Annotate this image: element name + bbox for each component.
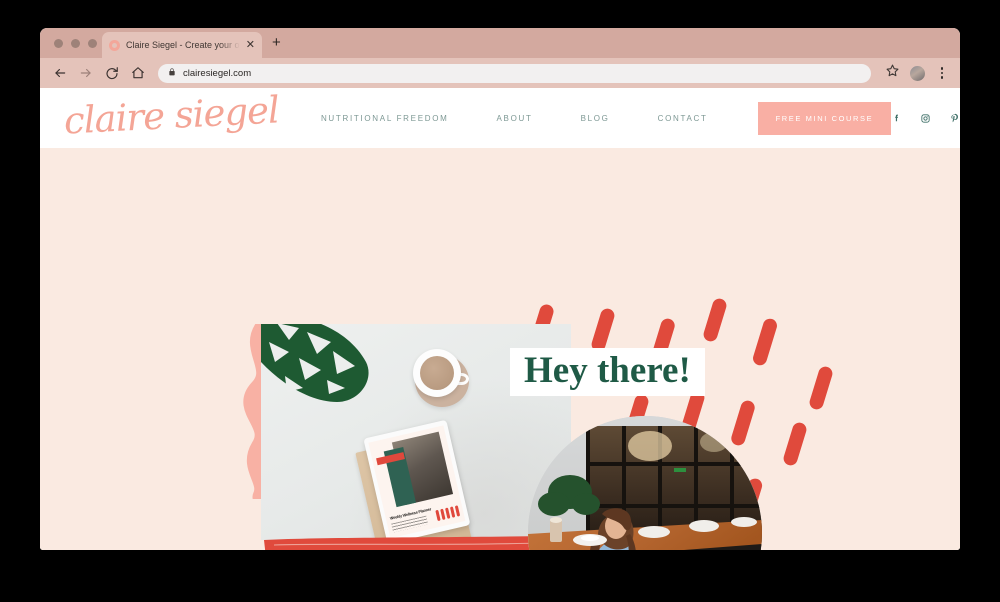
tab-favicon-icon [109, 39, 120, 51]
new-tab-button[interactable]: + [272, 35, 281, 50]
device-frame: Claire Siegel - Create your own h ✕ + [0, 0, 1000, 602]
tablet-cover-dashes [435, 505, 461, 522]
pinterest-icon[interactable] [949, 113, 960, 124]
site-logo[interactable]: claire siegel [63, 88, 280, 144]
coffee-liquid [420, 356, 454, 390]
lock-icon [168, 64, 176, 82]
address-bar-url: clairesiegel.com [183, 67, 252, 79]
browser-window: Claire Siegel - Create your own h ✕ + [40, 28, 960, 550]
bookmark-star-icon[interactable] [886, 64, 899, 82]
browser-tab-strip: Claire Siegel - Create your own h ✕ + [40, 28, 960, 58]
browser-tab[interactable]: Claire Siegel - Create your own h ✕ [102, 32, 262, 58]
browser-toolbar: clairesiegel.com [40, 58, 960, 88]
nav-item-about[interactable]: ABOUT [497, 114, 533, 123]
reload-arrow-icon[interactable] [104, 66, 119, 81]
close-window-button[interactable] [54, 39, 63, 48]
main-navigation: NUTRITIONAL FREEDOM ABOUT BLOG CONTACT [321, 114, 708, 123]
social-links [891, 112, 960, 124]
hero-headline-band: Hey there! [510, 348, 705, 396]
facebook-icon[interactable] [891, 113, 902, 124]
red-brushstroke-decoration [264, 536, 553, 550]
back-arrow-icon[interactable] [52, 66, 67, 81]
site-header: claire siegel NUTRITIONAL FREEDOM ABOUT … [40, 88, 960, 148]
free-mini-course-button[interactable]: FREE MINI COURSE [757, 101, 892, 135]
instagram-icon[interactable] [920, 113, 931, 124]
hero-portrait-photo [528, 416, 762, 550]
profile-avatar[interactable] [910, 65, 925, 81]
hero-section: Weekly Wellness Planner Hey there! [40, 148, 960, 550]
home-icon[interactable] [130, 66, 145, 81]
hero-headline: Hey there! [524, 350, 691, 391]
page-viewport: claire siegel NUTRITIONAL FREEDOM ABOUT … [40, 88, 960, 550]
maximize-window-button[interactable] [88, 39, 97, 48]
browser-menu-icon[interactable] [936, 67, 948, 79]
monstera-leaf-graphic [261, 324, 369, 402]
nav-item-contact[interactable]: CONTACT [658, 114, 708, 123]
tab-title: Claire Siegel - Create your own h [126, 40, 240, 50]
forward-arrow-icon[interactable] [78, 66, 93, 81]
nav-item-blog[interactable]: BLOG [581, 114, 610, 123]
tab-close-icon[interactable]: ✕ [246, 39, 255, 51]
tablet-screen: Weekly Wellness Planner [368, 425, 466, 539]
nav-item-nutritional-freedom[interactable]: NUTRITIONAL FREEDOM [321, 114, 449, 123]
cafe-scene-illustration [528, 416, 762, 550]
address-bar[interactable]: clairesiegel.com [158, 63, 871, 83]
minimize-window-button[interactable] [71, 39, 80, 48]
coffee-cup-graphic [413, 349, 471, 407]
window-traffic-lights [54, 39, 97, 48]
